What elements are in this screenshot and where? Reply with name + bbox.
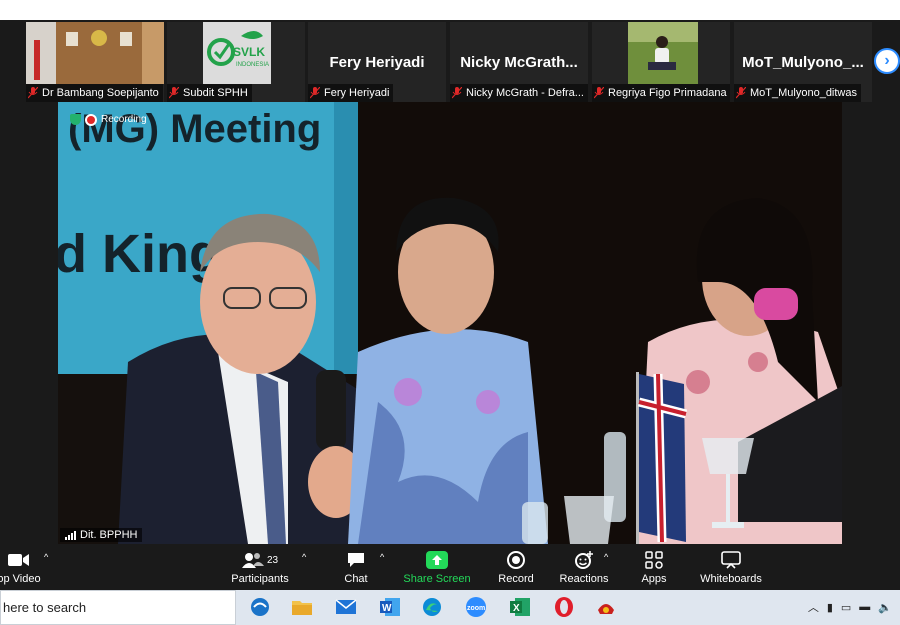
record-button[interactable]: Record — [494, 549, 538, 585]
whiteboard-icon — [696, 549, 766, 571]
word-icon[interactable]: W — [378, 596, 402, 618]
network-icon[interactable]: ▭ — [841, 601, 851, 614]
svg-text:X: X — [513, 603, 520, 614]
participants-button[interactable]: 23 Participants — [228, 549, 292, 585]
participant-tile[interactable]: Nicky McGrath... Nicky McGrath - Defra..… — [450, 22, 588, 102]
edge-legacy-icon[interactable] — [248, 596, 272, 618]
zoom-meeting-window: Dr Bambang Soepijanto SVLK INDONESIA Sub… — [0, 20, 900, 590]
chevron-up-icon[interactable]: ︿ — [808, 599, 819, 615]
apps-icon — [636, 549, 672, 571]
mic-muted-icon — [309, 86, 321, 99]
chat-label: Chat — [344, 573, 368, 585]
battery-icon[interactable]: ▬ — [859, 601, 870, 613]
chat-icon — [336, 549, 376, 571]
participant-tile[interactable]: MoT_Mulyono_... MoT_Mulyono_ditwas — [734, 22, 872, 102]
speaker-name: Dit. BPPHH — [80, 529, 138, 541]
svg-text:SVLK: SVLK — [233, 45, 265, 59]
mic-muted-icon — [451, 86, 463, 99]
search-placeholder: here to search — [3, 600, 87, 615]
svlk-logo-video: SVLK INDONESIA — [203, 22, 271, 84]
whiteboards-button[interactable]: Whiteboards — [696, 549, 766, 585]
system-tray: ︿ ▮ ▭ ▬ 🔈 — [808, 599, 892, 615]
video-camera-icon — [0, 549, 44, 571]
reactions-button[interactable]: Reactions — [558, 549, 610, 585]
participants-icon: 23 — [228, 549, 292, 571]
video-options-caret-icon[interactable]: ^ — [44, 552, 48, 562]
file-explorer-icon[interactable] — [290, 596, 314, 618]
participant-name-label: Dr Bambang Soepijanto — [26, 84, 163, 102]
mail-icon[interactable] — [334, 596, 358, 618]
mic-muted-icon — [593, 86, 605, 99]
participant-name-label: Nicky McGrath - Defra... — [450, 84, 588, 102]
participant-gallery: Dr Bambang Soepijanto SVLK INDONESIA Sub… — [0, 20, 900, 102]
apps-button[interactable]: Apps — [636, 549, 672, 585]
reactions-label: Reactions — [559, 573, 609, 585]
opera-icon[interactable] — [552, 596, 576, 618]
svg-text:zoom: zoom — [467, 605, 485, 612]
taskbar-search-input[interactable]: here to search — [0, 590, 236, 625]
participant-tile[interactable]: Fery Heriyadi Fery Heriyadi — [308, 22, 446, 102]
chevron-right-icon[interactable]: › — [874, 48, 900, 74]
reactions-smiley-icon — [558, 549, 610, 571]
participant-name-label: Fery Heriyadi — [308, 84, 394, 102]
shield-icon — [70, 114, 81, 125]
excel-icon[interactable]: X — [508, 596, 532, 618]
mic-muted-icon — [735, 86, 747, 99]
app-icon[interactable] — [594, 596, 618, 618]
participant-tile[interactable]: SVLK INDONESIA Subdit SPHH — [167, 22, 305, 102]
participant-name: Fery Heriyadi — [324, 87, 390, 99]
speaker-video-frame: (MG) Meeting d Kingd — [58, 102, 842, 544]
svg-text:INDONESIA: INDONESIA — [236, 62, 269, 68]
participants-label: Participants — [231, 573, 289, 585]
whiteboards-label: Whiteboards — [700, 573, 762, 585]
recording-label: Recording — [101, 114, 147, 125]
participant-video — [26, 22, 164, 84]
record-label: Record — [498, 573, 534, 585]
participant-name: Regriya Figo Primadana — [608, 87, 727, 99]
participant-name: Subdit SPHH — [183, 87, 248, 99]
usb-icon[interactable]: ▮ — [827, 601, 833, 614]
participant-name-label: Subdit SPHH — [167, 84, 252, 102]
participants-count: 23 — [266, 554, 279, 566]
apps-label: Apps — [641, 573, 667, 585]
chat-button[interactable]: Chat — [336, 549, 376, 585]
edge-icon[interactable] — [420, 596, 444, 618]
mic-muted-icon — [27, 86, 39, 99]
volume-icon[interactable]: 🔈 — [878, 601, 892, 614]
participant-video — [628, 22, 698, 84]
active-speaker-label: Dit. BPPHH — [60, 528, 143, 542]
record-icon — [494, 549, 538, 571]
windows-taskbar: here to search W zoom X ︿ ▮ ▭ ▬ 🔈 — [0, 590, 900, 625]
participant-tile[interactable]: Regriya Figo Primadana — [592, 22, 730, 102]
share-screen-icon — [402, 549, 472, 571]
chat-options-caret-icon[interactable]: ^ — [380, 552, 384, 562]
participant-name-label: Regriya Figo Primadana — [592, 84, 730, 102]
video-button[interactable]: op Video — [0, 549, 44, 585]
share-screen-label: Share Screen — [403, 573, 471, 585]
participant-display-name: Fery Heriyadi — [329, 54, 425, 71]
participant-tile[interactable]: Dr Bambang Soepijanto — [26, 22, 164, 102]
video-label: op Video — [0, 573, 41, 585]
signal-strength-icon — [65, 530, 76, 540]
record-dot-icon — [87, 115, 95, 124]
top-strip — [0, 0, 900, 20]
recording-indicator[interactable]: Recording — [70, 114, 147, 125]
active-speaker-video: (MG) Meeting d Kingd Recording Dit. BPPH… — [58, 102, 842, 544]
participant-name: Dr Bambang Soepijanto — [42, 87, 159, 99]
svg-text:W: W — [382, 603, 392, 614]
participant-display-name: Nicky McGrath... — [460, 54, 578, 71]
participant-name-label: MoT_Mulyono_ditwas — [734, 84, 861, 102]
participant-name: MoT_Mulyono_ditwas — [750, 87, 857, 99]
mic-muted-icon — [168, 86, 180, 99]
share-screen-button[interactable]: Share Screen — [402, 549, 472, 585]
participants-options-caret-icon[interactable]: ^ — [302, 552, 306, 562]
meeting-toolbar: op Video ^ 23 Participants ^ Chat ^ Shar… — [0, 546, 900, 590]
participant-name: Nicky McGrath - Defra... — [466, 87, 584, 99]
reactions-options-caret-icon[interactable]: ^ — [604, 552, 608, 562]
zoom-icon[interactable]: zoom — [464, 596, 488, 618]
participant-display-name: MoT_Mulyono_... — [742, 54, 864, 71]
